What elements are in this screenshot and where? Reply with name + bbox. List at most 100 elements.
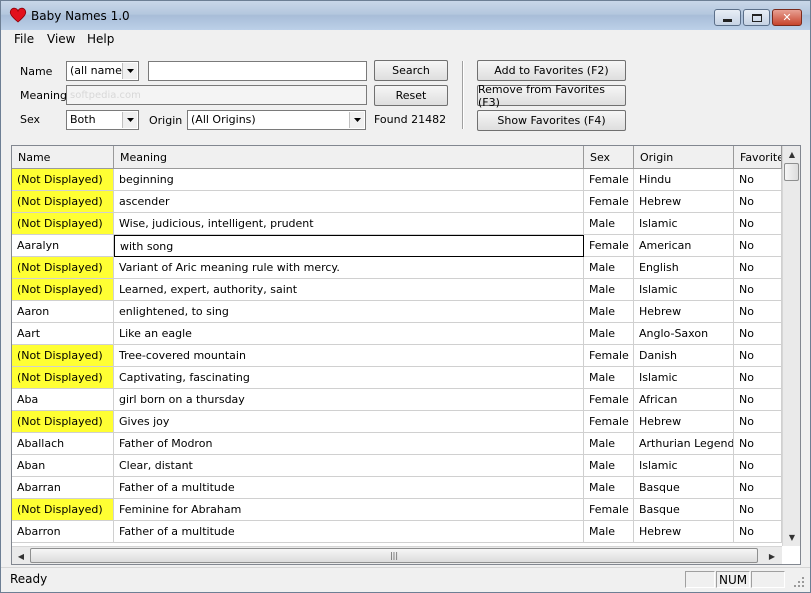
- cell-favorite[interactable]: No: [734, 257, 782, 279]
- cell-meaning[interactable]: Like an eagle: [114, 323, 584, 345]
- table-row[interactable]: Aba girl born on a thursday Female African N…: [12, 389, 782, 411]
- cell-origin[interactable]: Hebrew: [634, 301, 734, 323]
- cell-favorite[interactable]: No: [734, 433, 782, 455]
- maximize-button[interactable]: [743, 9, 770, 26]
- cell-origin[interactable]: American: [634, 235, 734, 257]
- cell-meaning[interactable]: beginning: [114, 169, 584, 191]
- cell-favorite[interactable]: No: [734, 191, 782, 213]
- cell-favorite[interactable]: No: [734, 477, 782, 499]
- cell-sex[interactable]: Female: [584, 389, 634, 411]
- cell-sex[interactable]: Male: [584, 301, 634, 323]
- cell-sex[interactable]: Male: [584, 455, 634, 477]
- cell-favorite[interactable]: No: [734, 411, 782, 433]
- cell-sex[interactable]: Male: [584, 279, 634, 301]
- cell-meaning[interactable]: Learned, expert, authority, saint: [114, 279, 584, 301]
- cell-name[interactable]: (Not Displayed): [12, 191, 114, 213]
- cell-name[interactable]: (Not Displayed): [12, 169, 114, 191]
- cell-meaning[interactable]: girl born on a thursday: [114, 389, 584, 411]
- cell-sex[interactable]: Female: [584, 191, 634, 213]
- scroll-right-icon[interactable]: ▶: [764, 548, 780, 564]
- table-row[interactable]: Aaron enlightened, to sing Male Hebrew No: [12, 301, 782, 323]
- table-row[interactable]: (Not Displayed) ascender Female Hebrew No: [12, 191, 782, 213]
- cell-meaning[interactable]: with song: [114, 235, 584, 257]
- cell-origin[interactable]: Basque: [634, 477, 734, 499]
- cell-sex[interactable]: Female: [584, 169, 634, 191]
- cell-meaning[interactable]: Captivating, fascinating: [114, 367, 584, 389]
- cell-favorite[interactable]: No: [734, 389, 782, 411]
- table-row[interactable]: (Not Displayed) Variant of Aric meaning r…: [12, 257, 782, 279]
- reset-button[interactable]: Reset: [374, 85, 448, 106]
- table-row[interactable]: (Not Displayed) Feminine for Abraham Femal…: [12, 499, 782, 521]
- cell-sex[interactable]: Male: [584, 433, 634, 455]
- horizontal-scrollbar[interactable]: ◀ ||| ▶: [12, 546, 782, 564]
- search-button[interactable]: Search: [374, 60, 448, 81]
- table-row[interactable]: (Not Displayed) Wise, judicious, intellig…: [12, 213, 782, 235]
- cell-sex[interactable]: Female: [584, 235, 634, 257]
- table-row[interactable]: Aballach Father of Modron Male Arthurian Le…: [12, 433, 782, 455]
- cell-origin[interactable]: Islamic: [634, 213, 734, 235]
- cell-meaning[interactable]: Father of a multitude: [114, 477, 584, 499]
- close-button[interactable]: ✕: [772, 9, 802, 26]
- chevron-down-icon[interactable]: [122, 112, 137, 128]
- cell-name[interactable]: Aballach: [12, 433, 114, 455]
- cell-origin[interactable]: Hebrew: [634, 191, 734, 213]
- resize-grip-icon[interactable]: [793, 576, 805, 588]
- cell-sex[interactable]: Male: [584, 521, 634, 543]
- cell-sex[interactable]: Female: [584, 411, 634, 433]
- scroll-down-icon[interactable]: ▼: [784, 529, 800, 545]
- cell-origin[interactable]: Arthurian Legend: [634, 433, 734, 455]
- cell-meaning[interactable]: Wise, judicious, intelligent, prudent: [114, 213, 584, 235]
- cell-favorite[interactable]: No: [734, 235, 782, 257]
- cell-favorite[interactable]: No: [734, 213, 782, 235]
- menu-help[interactable]: Help: [87, 32, 114, 46]
- cell-name[interactable]: Aart: [12, 323, 114, 345]
- cell-meaning[interactable]: Father of a multitude: [114, 521, 584, 543]
- cell-favorite[interactable]: No: [734, 169, 782, 191]
- column-header-meaning[interactable]: Meaning: [114, 146, 584, 169]
- cell-name[interactable]: (Not Displayed): [12, 213, 114, 235]
- cell-sex[interactable]: Male: [584, 367, 634, 389]
- table-row[interactable]: Abarron Father of a multitude Male Hebrew No: [12, 521, 782, 543]
- sex-select[interactable]: Both: [66, 110, 139, 130]
- cell-origin[interactable]: Islamic: [634, 367, 734, 389]
- origin-select[interactable]: (All Origins): [187, 110, 366, 130]
- cell-sex[interactable]: Male: [584, 257, 634, 279]
- table-row[interactable]: Aart Like an eagle Male Anglo-Saxon No: [12, 323, 782, 345]
- table-row[interactable]: (Not Displayed) Learned, expert, authorit…: [12, 279, 782, 301]
- remove-favorite-button[interactable]: Remove from Favorites (F3): [477, 83, 626, 109]
- column-header-origin[interactable]: Origin: [634, 146, 734, 169]
- cell-meaning[interactable]: Clear, distant: [114, 455, 584, 477]
- table-row[interactable]: (Not Displayed) Gives joy Female Hebrew No: [12, 411, 782, 433]
- cell-meaning[interactable]: Gives joy: [114, 411, 584, 433]
- scroll-left-icon[interactable]: ◀: [13, 548, 29, 564]
- cell-origin[interactable]: Hindu: [634, 169, 734, 191]
- cell-sex[interactable]: Male: [584, 323, 634, 345]
- cell-meaning[interactable]: Feminine for Abraham: [114, 499, 584, 521]
- cell-origin[interactable]: Danish: [634, 345, 734, 367]
- table-row[interactable]: (Not Displayed) Tree-covered mountain Fema…: [12, 345, 782, 367]
- cell-sex[interactable]: Female: [584, 345, 634, 367]
- names-table[interactable]: Name Meaning Sex Origin Favorite (Not Di…: [11, 145, 801, 565]
- cell-meaning[interactable]: enlightened, to sing: [114, 301, 584, 323]
- vertical-scrollbar[interactable]: ▲ ▼: [782, 146, 800, 546]
- cell-favorite[interactable]: No: [734, 279, 782, 301]
- cell-meaning[interactable]: Tree-covered mountain: [114, 345, 584, 367]
- name-filter-select[interactable]: (all names): [66, 61, 139, 81]
- cell-name[interactable]: Aaron: [12, 301, 114, 323]
- cell-sex[interactable]: Female: [584, 499, 634, 521]
- cell-name[interactable]: Aaralyn: [12, 235, 114, 257]
- column-header-name[interactable]: Name: [12, 146, 114, 169]
- show-favorites-button[interactable]: Show Favorites (F4): [477, 110, 626, 131]
- cell-sex[interactable]: Male: [584, 477, 634, 499]
- chevron-down-icon[interactable]: [122, 63, 137, 79]
- cell-sex[interactable]: Male: [584, 213, 634, 235]
- cell-meaning[interactable]: Variant of Aric meaning rule with mercy.: [114, 257, 584, 279]
- cell-favorite[interactable]: No: [734, 323, 782, 345]
- vertical-scroll-thumb[interactable]: [784, 163, 799, 181]
- column-header-sex[interactable]: Sex: [584, 146, 634, 169]
- add-favorite-button[interactable]: Add to Favorites (F2): [477, 60, 626, 81]
- table-row[interactable]: (Not Displayed) beginning Female Hindu No: [12, 169, 782, 191]
- menu-file[interactable]: File: [14, 32, 34, 46]
- meaning-input[interactable]: softpedia.com: [66, 85, 367, 105]
- cell-name[interactable]: (Not Displayed): [12, 367, 114, 389]
